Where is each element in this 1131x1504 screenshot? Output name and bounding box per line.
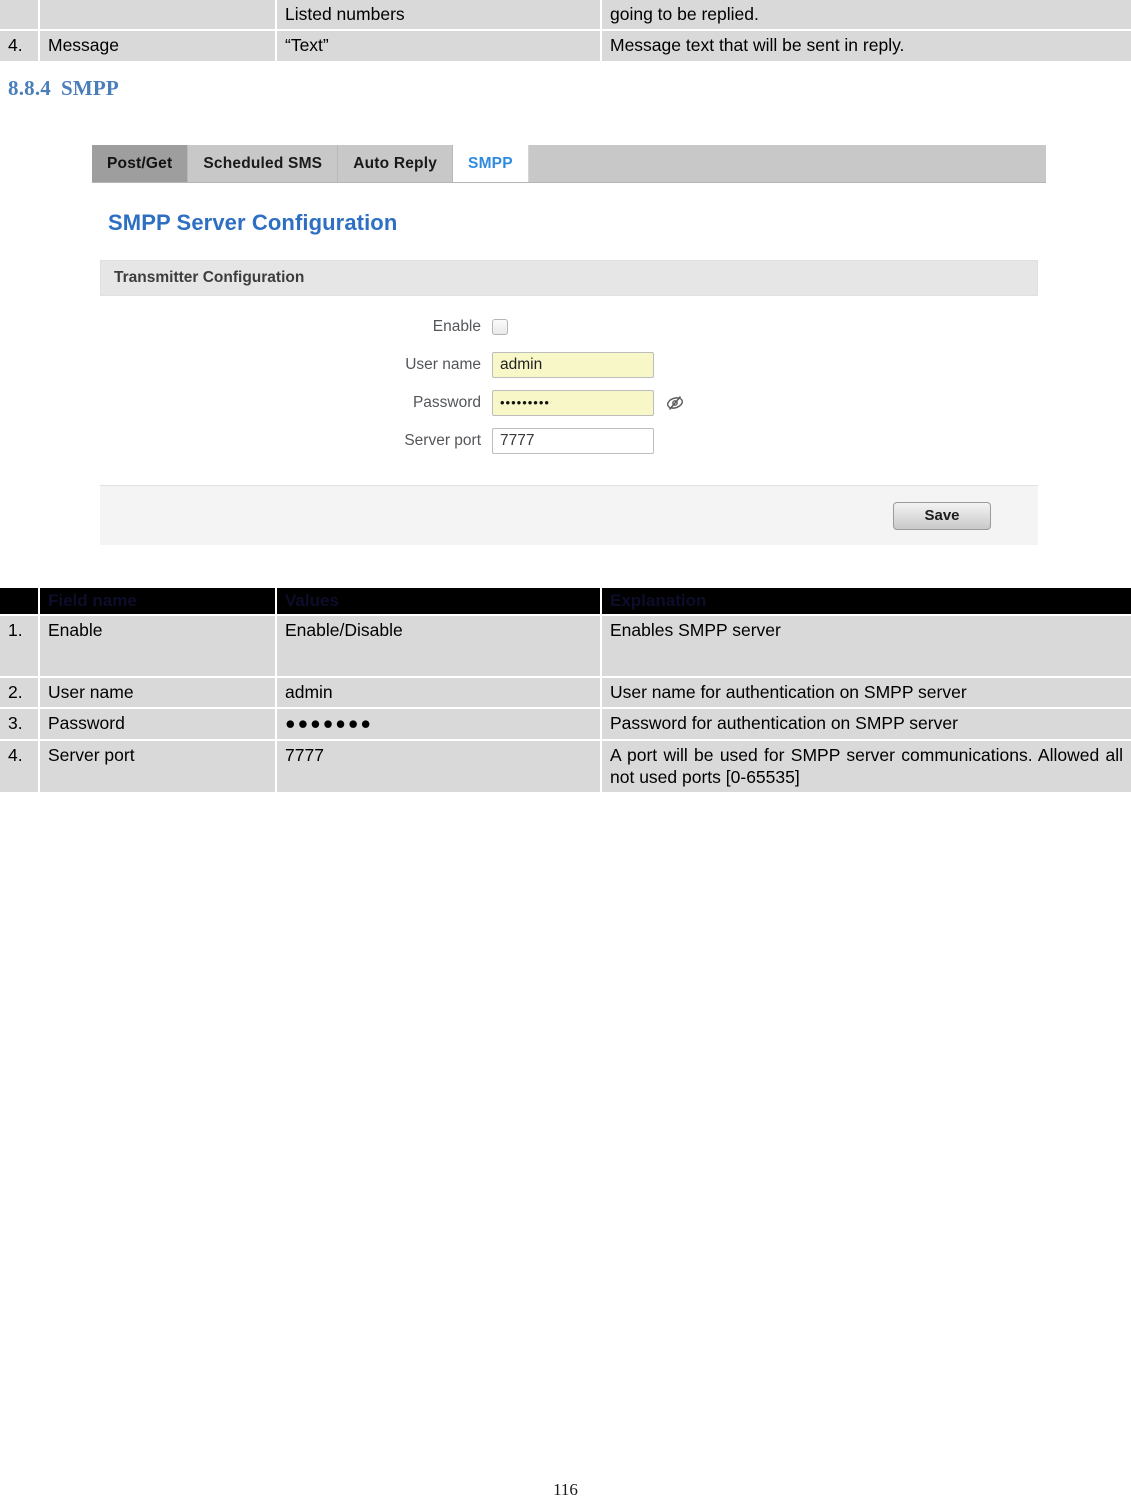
row-value: “Text” (277, 31, 602, 63)
row-value: Enable/Disable (277, 615, 602, 678)
row-number (0, 0, 40, 32)
save-button[interactable]: Save (893, 501, 991, 530)
table-row: 4. Server port 7777 A port will be used … (0, 740, 1131, 795)
enable-checkbox[interactable] (492, 318, 508, 335)
tab-smpp[interactable]: SMPP (453, 145, 529, 182)
table-row: 4. Message “Text” Message text that will… (0, 31, 1131, 63)
password-label: Password (412, 393, 481, 411)
serverport-input[interactable]: 7777 (492, 427, 654, 454)
row-value: admin (277, 677, 602, 710)
header-values: Values (277, 588, 602, 616)
row-number: 4. (0, 31, 40, 63)
tab-bar: Post/Get Scheduled SMS Auto Reply SMPP (92, 145, 1046, 183)
tab-post-get[interactable]: Post/Get (92, 145, 189, 182)
row-value: 7777 (277, 740, 602, 795)
tab-label: Scheduled SMS (203, 154, 323, 172)
table-row: 1. Enable Enable/Disable Enables SMPP se… (0, 615, 1131, 678)
enable-field (492, 318, 508, 335)
tab-scheduled-sms[interactable]: Scheduled SMS (188, 145, 339, 182)
row-explanation: User name for authentication on SMPP ser… (602, 677, 1131, 710)
form-footer: Save (100, 485, 1038, 545)
app-screenshot: Post/Get Scheduled SMS Auto Reply SMPP S… (92, 145, 1046, 553)
table-row: 3. Password ●●●●●●● Password for authent… (0, 709, 1131, 741)
enable-label: Enable (432, 317, 481, 335)
form-row-enable: Enable (92, 313, 1046, 340)
table-row: Listed numbers going to be replied. (0, 0, 1131, 32)
row-field: Message (40, 31, 277, 63)
header-number (0, 588, 40, 616)
row-number: 4. (0, 740, 40, 795)
row-number: 1. (0, 615, 40, 678)
row-field (40, 0, 277, 32)
row-number: 2. (0, 677, 40, 710)
section-number: 8.8.4 (8, 75, 51, 100)
row-value: ●●●●●●● (277, 709, 602, 741)
panel-title: SMPP Server Configuration (108, 210, 398, 235)
form-row-serverport: Server port 7777 (92, 427, 1046, 454)
username-field: admin (492, 351, 654, 378)
serverport-field: 7777 (492, 427, 654, 454)
section-header-bar: Transmitter Configuration (100, 260, 1038, 296)
username-input[interactable]: admin (492, 351, 654, 378)
row-value: Listed numbers (277, 0, 602, 32)
tab-label: SMPP (468, 154, 513, 172)
spec-table-wrapper: Field name Values Explanation 1. Enable … (0, 588, 1131, 795)
row-explanation: Password for authentication on SMPP serv… (602, 709, 1131, 741)
tab-label: Auto Reply (353, 154, 438, 172)
table-row: 2. User name admin User name for authent… (0, 677, 1131, 710)
row-field: Enable (40, 615, 277, 678)
row-explanation: Message text that will be sent in reply. (602, 31, 1131, 63)
app-body: SMPP Server Configuration Transmitter Co… (92, 183, 1046, 545)
username-label: User name (405, 355, 481, 373)
section-heading: 8.8.4 SMPP (8, 76, 1131, 101)
section-header-label: Transmitter Configuration (114, 269, 305, 286)
row-explanation: going to be replied. (602, 0, 1131, 32)
row-field: Server port (40, 740, 277, 795)
password-input[interactable]: ••••••••• (492, 389, 654, 416)
config-form: Enable User name admin Password ••••••••… (92, 296, 1046, 485)
form-row-username: User name admin (92, 351, 1046, 378)
row-field: Password (40, 709, 277, 741)
row-number: 3. (0, 709, 40, 741)
tab-label: Post/Get (107, 154, 173, 172)
row-field: User name (40, 677, 277, 710)
section-title: SMPP (61, 75, 119, 100)
spec-table: Field name Values Explanation 1. Enable … (0, 588, 1131, 795)
document-page: Listed numbers going to be replied. 4. M… (0, 0, 1131, 1504)
table-header-row: Field name Values Explanation (0, 588, 1131, 616)
top-table: Listed numbers going to be replied. 4. M… (0, 0, 1131, 63)
password-field: ••••••••• (492, 389, 685, 416)
tab-bar-filler (528, 145, 1046, 182)
serverport-label: Server port (404, 431, 481, 449)
form-row-password: Password ••••••••• (92, 389, 1046, 416)
row-explanation: A port will be used for SMPP server comm… (602, 740, 1131, 795)
page-number: 116 (553, 1480, 578, 1499)
header-field-name: Field name (40, 588, 277, 616)
tab-auto-reply[interactable]: Auto Reply (338, 145, 454, 182)
row-explanation: Enables SMPP server (602, 615, 1131, 678)
eye-slash-icon[interactable] (665, 393, 685, 413)
header-explanation: Explanation (602, 588, 1131, 616)
